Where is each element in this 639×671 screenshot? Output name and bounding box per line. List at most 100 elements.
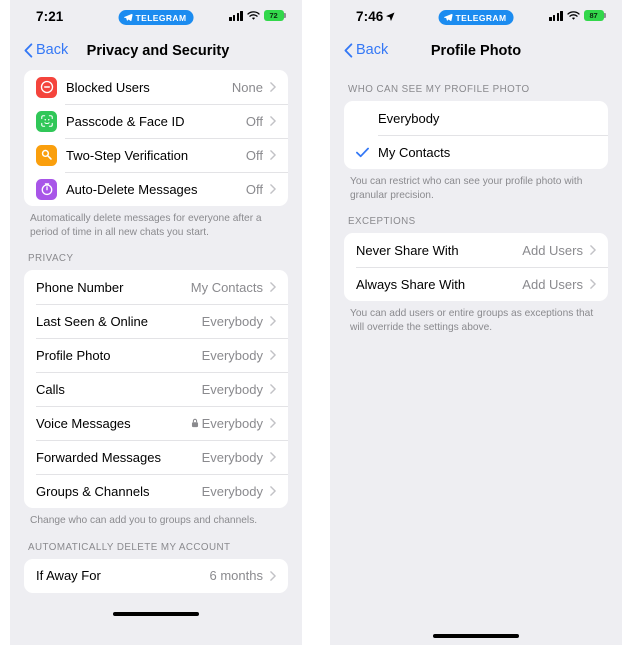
option-label: My Contacts xyxy=(378,144,451,160)
row-profile-photo[interactable]: Profile Photo Everybody xyxy=(24,338,288,372)
wifi-icon xyxy=(246,10,260,20)
block-glyph xyxy=(40,80,53,94)
row-blocked-users[interactable]: Blocked Users None xyxy=(24,70,288,104)
chevron-right-icon xyxy=(270,184,276,194)
section-exceptions: EXCEPTIONS Never Share With Add Users Al… xyxy=(344,202,608,334)
row-label: Last Seen & Online xyxy=(36,313,149,329)
wifi-icon xyxy=(566,10,580,20)
row-value: Everybody xyxy=(201,313,263,329)
carrier-pill-label: TELEGRAM xyxy=(135,12,187,23)
face-id-glyph xyxy=(40,115,53,127)
row-value: Everybody xyxy=(201,381,263,397)
row-never-share-with[interactable]: Never Share With Add Users xyxy=(344,233,608,267)
status-bar: 7:46 TELEGRAM 87 xyxy=(330,0,622,34)
row-groups-channels[interactable]: Groups & Channels Everybody xyxy=(24,474,288,508)
chevron-right-icon xyxy=(270,282,276,292)
page-title: Privacy and Security xyxy=(86,43,230,59)
checkmark-icon xyxy=(356,147,378,158)
option-label: Everybody xyxy=(378,110,440,126)
battery-cap xyxy=(284,13,286,18)
battery-cap xyxy=(604,13,606,18)
section-footer: You can add users or entire groups as ex… xyxy=(350,308,594,333)
timer-glyph xyxy=(41,183,52,196)
row-value-wrap: Everybody xyxy=(191,416,263,431)
section-header: EXCEPTIONS xyxy=(348,216,416,227)
row-value: Off xyxy=(245,113,263,129)
chevron-right-icon xyxy=(270,486,276,496)
home-indicator xyxy=(433,634,519,638)
section-header: AUTOMATICALLY DELETE MY ACCOUNT xyxy=(28,541,231,553)
chevron-right-icon xyxy=(270,384,276,394)
visibility-options-card: Everybody My Contacts xyxy=(344,101,608,169)
battery-icon: 72 xyxy=(263,10,286,21)
battery-level: 87 xyxy=(583,10,604,21)
section-header: WHO CAN SEE MY PROFILE PHOTO xyxy=(348,84,530,95)
option-my-contacts[interactable]: My Contacts xyxy=(344,135,608,169)
row-last-seen-online[interactable]: Last Seen & Online Everybody xyxy=(24,304,288,338)
exceptions-card: Never Share With Add Users Always Share … xyxy=(344,233,608,301)
row-voice-messages[interactable]: Voice Messages Everybody xyxy=(24,406,288,440)
row-calls[interactable]: Calls Everybody xyxy=(24,372,288,406)
row-label: Blocked Users xyxy=(66,79,150,95)
face-id-icon xyxy=(36,110,57,132)
row-value: None xyxy=(231,79,263,95)
row-value: Add Users xyxy=(522,276,583,292)
chevron-right-icon xyxy=(590,279,596,289)
home-indicator xyxy=(113,612,199,616)
status-time-text: 7:21 xyxy=(36,9,64,24)
row-auto-delete-messages[interactable]: Auto-Delete Messages Off xyxy=(24,172,288,206)
telegram-plane-icon xyxy=(443,13,453,22)
row-value: Everybody xyxy=(201,415,263,431)
row-phone-number[interactable]: Phone Number My Contacts xyxy=(24,270,288,304)
nav-bar: Back Privacy and Security xyxy=(10,34,302,70)
section-who-can-see: WHO CAN SEE MY PROFILE PHOTO Everybody M… xyxy=(344,70,608,202)
settings-content: Blocked Users None Passcode & Face ID Of… xyxy=(10,70,302,611)
cellular-signal-icon xyxy=(229,11,243,21)
section-footer: Change who can add you to groups and cha… xyxy=(30,515,258,526)
row-if-away-for[interactable]: If Away For 6 months xyxy=(24,559,288,593)
chevron-right-icon xyxy=(270,570,276,581)
row-value: Everybody xyxy=(201,347,263,363)
row-forwarded-messages[interactable]: Forwarded Messages Everybody xyxy=(24,440,288,474)
row-label: Profile Photo xyxy=(36,347,111,363)
status-time: 7:46 xyxy=(356,9,395,24)
row-label: If Away For xyxy=(36,568,101,583)
row-label: Voice Messages xyxy=(36,415,131,431)
key-glyph xyxy=(41,149,52,160)
row-label: Two-Step Verification xyxy=(66,147,189,163)
chevron-right-icon xyxy=(590,245,596,255)
checkmark-glyph xyxy=(356,147,369,157)
status-time-text: 7:46 xyxy=(356,9,384,24)
carrier-pill-label: TELEGRAM xyxy=(455,12,507,23)
chevron-right-icon xyxy=(270,82,276,92)
row-value: Add Users xyxy=(522,242,583,258)
section-auto-delete-account: AUTOMATICALLY DELETE MY ACCOUNT If Away … xyxy=(24,528,288,611)
row-label: Always Share With xyxy=(356,276,466,292)
screen-profile-photo: 7:46 TELEGRAM 87 Back Profile Photo WHO … xyxy=(330,0,622,645)
row-always-share-with[interactable]: Always Share With Add Users xyxy=(344,267,608,301)
row-value: Off xyxy=(245,147,263,163)
row-value: Everybody xyxy=(201,483,263,499)
row-label: Passcode & Face ID xyxy=(66,113,185,129)
row-two-step-verification[interactable]: Two-Step Verification Off xyxy=(24,138,288,172)
row-value: 6 months xyxy=(209,568,263,583)
row-passcode-face-id[interactable]: Passcode & Face ID Off xyxy=(24,104,288,138)
section-header: PRIVACY xyxy=(28,253,74,264)
chevron-right-icon xyxy=(270,350,276,360)
chevron-right-icon xyxy=(270,418,276,428)
status-indicators: 87 xyxy=(549,10,606,21)
carrier-pill: TELEGRAM xyxy=(118,10,194,25)
timer-icon xyxy=(36,178,57,200)
clipped-footer-text xyxy=(24,593,288,611)
screen-privacy-and-security: 7:21 TELEGRAM 72 Back Privacy and Securi… xyxy=(10,0,302,645)
chevron-right-icon xyxy=(270,316,276,326)
section-privacy: PRIVACY Phone Number My Contacts Last Se… xyxy=(24,239,288,528)
option-everybody[interactable]: Everybody xyxy=(344,101,608,135)
carrier-pill: TELEGRAM xyxy=(438,10,514,25)
status-bar: 7:21 TELEGRAM 72 xyxy=(10,0,302,34)
row-value: Everybody xyxy=(201,449,263,465)
telegram-plane-icon xyxy=(123,13,133,22)
row-label: Phone Number xyxy=(36,279,124,295)
battery-level: 72 xyxy=(263,10,284,21)
row-value: Off xyxy=(245,181,263,197)
